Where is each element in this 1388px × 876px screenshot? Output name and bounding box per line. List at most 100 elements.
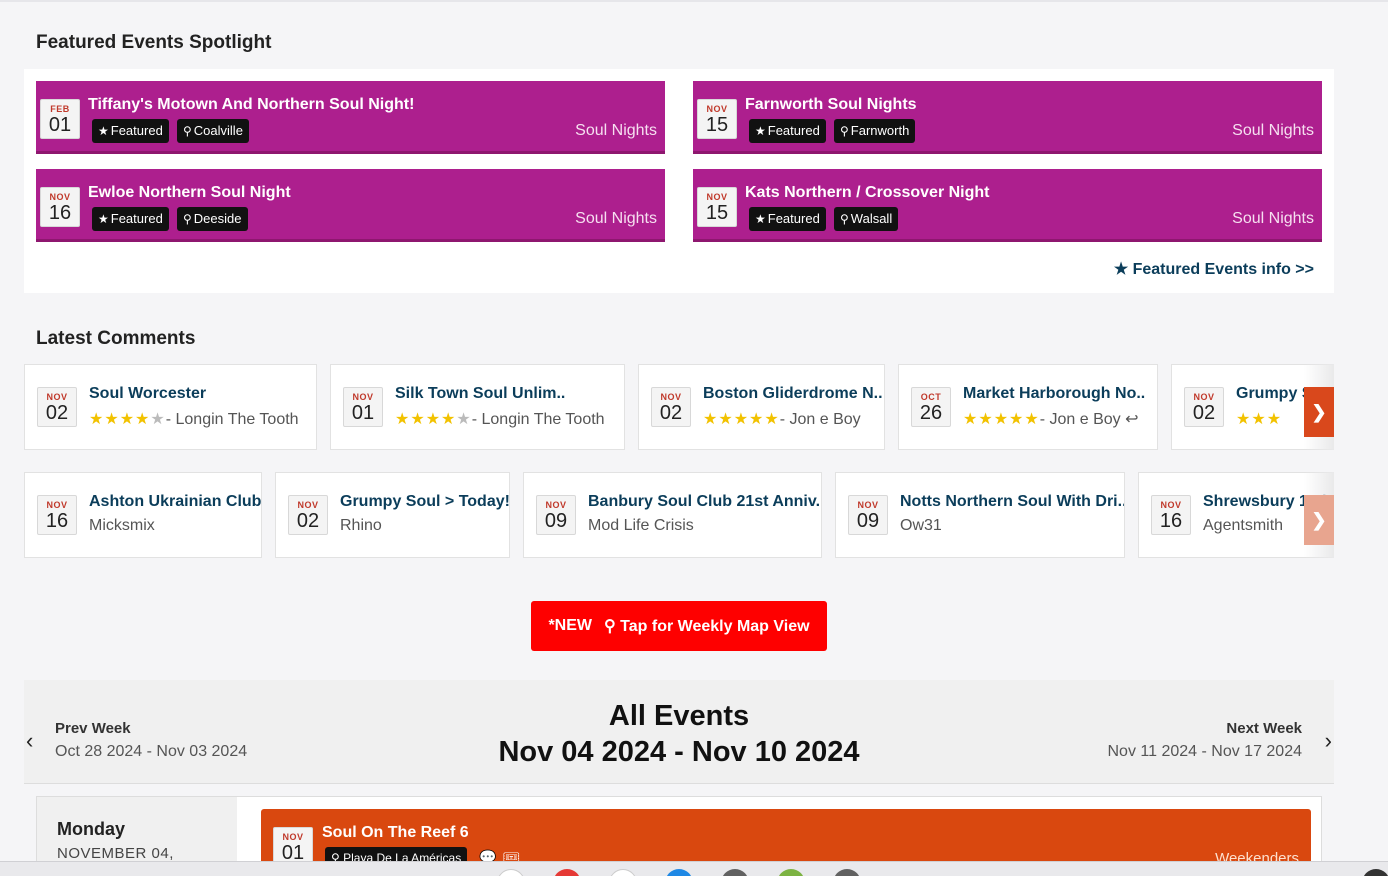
featured-card[interactable]: NOV 16 Ewloe Northern Soul Night ★ Featur… (36, 169, 665, 242)
date-month: NOV (857, 500, 879, 510)
date-day: 15 (705, 114, 729, 136)
date-month: OCT (920, 392, 942, 402)
date-day: 16 (45, 510, 69, 532)
event-title[interactable]: Soul On The Reef 6 (322, 824, 469, 842)
category-label: Soul Nights (1232, 122, 1314, 139)
comment-line: ★★★★★- Longin The Tooth (395, 409, 605, 429)
comment-event-title[interactable]: Banbury Soul Club 21st Anniv.. (588, 493, 821, 511)
date-day: 16 (48, 202, 72, 224)
share-bar (0, 861, 1388, 876)
star-icon: ★ (98, 124, 109, 138)
featured-card[interactable]: NOV 15 Kats Northern / Crossover Night ★… (693, 169, 1322, 242)
featured-info-link[interactable]: ★ Featured Events info >> (1114, 259, 1314, 279)
chevron-right-icon: ❯ (1311, 401, 1327, 422)
featured-card[interactable]: NOV 15 Farnworth Soul Nights ★ Featured ⚲… (693, 81, 1322, 154)
next-week-link[interactable]: Next Week (1226, 720, 1302, 737)
featured-title[interactable]: Ewloe Northern Soul Night (88, 184, 291, 202)
comment-card[interactable]: NOV 02 Grumpy Soul > Today! Rhino (275, 472, 510, 558)
date-day: 02 (296, 510, 320, 532)
comment-card[interactable]: NOV 02 Boston Gliderdrome N.. ★★★★★- Jon … (638, 364, 885, 450)
date-day: 15 (705, 202, 729, 224)
comment-line: ★★★ (1236, 409, 1282, 429)
comment-card[interactable]: NOV 02 Soul Worcester ★★★★★- Longin The T… (24, 364, 317, 450)
weekly-map-button[interactable]: *NEW ⚲ Tap for Weekly Map View (531, 601, 827, 651)
comment-event-title[interactable]: Soul Worcester (89, 385, 206, 403)
date-badge: NOV 02 (1184, 387, 1224, 427)
day-date: NOVEMBER 04, (57, 845, 174, 862)
comment-author: Ow31 (900, 517, 942, 534)
comment-event-title[interactable]: Grumpy Soul > Today! (340, 493, 509, 511)
chevron-right-icon[interactable]: › (1325, 728, 1332, 754)
date-day: 01 (351, 402, 375, 424)
comment-event-title[interactable]: Boston Gliderdrome N.. (703, 385, 883, 403)
date-badge: FEB 01 (40, 99, 80, 139)
comment-event-title[interactable]: Grumpy S (1236, 385, 1312, 403)
date-badge: NOV 15 (697, 99, 737, 139)
comment-card[interactable]: NOV 09 Banbury Soul Club 21st Anniv.. Mod… (523, 472, 822, 558)
date-badge: NOV 16 (40, 187, 80, 227)
events-header: ‹ Prev Week Oct 28 2024 - Nov 03 2024 Al… (24, 680, 1334, 784)
rating-stars: ★★★★★ (395, 411, 472, 428)
featured-card[interactable]: FEB 01 Tiffany's Motown And Northern Sou… (36, 81, 665, 154)
date-month: NOV (49, 192, 71, 202)
date-month: NOV (282, 832, 304, 842)
date-month: NOV (706, 104, 728, 114)
date-month: NOV (297, 500, 319, 510)
date-badge: NOV 16 (1151, 495, 1191, 535)
date-month: NOV (46, 392, 68, 402)
rating-stars: ★★★★★ (963, 411, 1040, 428)
rating-stars: ★★★ (1236, 411, 1283, 428)
featured-tag: ★ Featured (92, 119, 169, 143)
reply-icon[interactable]: ↩ (1125, 411, 1138, 428)
comments-carousel-secondary: NOV 16 Ashton Ukrainian Club Micksmix NOV… (24, 472, 1334, 562)
map-marker-icon: ⚲ (183, 124, 192, 138)
carousel-next-button[interactable]: ❯ (1304, 495, 1334, 545)
day-name: Monday (57, 819, 126, 839)
featured-heading: Featured Events Spotlight (36, 32, 272, 53)
date-day: 16 (1159, 510, 1183, 532)
featured-title[interactable]: Farnworth Soul Nights (745, 96, 917, 114)
comment-line: ★★★★★- Jon e Boy ↩ (963, 409, 1139, 429)
date-badge: NOV 01 (343, 387, 383, 427)
comment-card[interactable]: NOV 09 Notts Northern Soul With Dri.. Ow3… (835, 472, 1125, 558)
comment-author: Rhino (340, 517, 382, 534)
top-divider (0, 0, 1388, 2)
map-marker-icon: ⚲ (840, 124, 849, 138)
comment-event-title[interactable]: Notts Northern Soul With Dri.. (900, 493, 1124, 511)
date-day: 26 (919, 402, 943, 424)
featured-title[interactable]: Kats Northern / Crossover Night (745, 184, 989, 202)
date-day: 09 (856, 510, 880, 532)
map-marker-icon: ⚲ (604, 618, 616, 635)
comment-line: ★★★★★- Longin The Tooth (89, 409, 299, 429)
date-badge: OCT 26 (911, 387, 951, 427)
featured-title[interactable]: Tiffany's Motown And Northern Soul Night… (88, 96, 414, 114)
carousel-next-button[interactable]: ❯ (1304, 387, 1334, 437)
date-day: 02 (1192, 402, 1216, 424)
next-week-range[interactable]: Nov 11 2024 - Nov 17 2024 (1108, 743, 1303, 761)
rating-stars: ★★★★★ (703, 411, 780, 428)
location-tag: ⚲ Deeside (177, 207, 248, 231)
comment-card[interactable]: OCT 26 Market Harborough No.. ★★★★★- Jon … (898, 364, 1158, 450)
category-label: Soul Nights (575, 210, 657, 227)
star-icon: ★ (755, 124, 766, 138)
comment-event-title[interactable]: Ashton Ukrainian Club (89, 493, 261, 511)
comment-card[interactable]: NOV 16 Ashton Ukrainian Club Micksmix (24, 472, 262, 558)
map-marker-icon: ⚲ (183, 212, 192, 226)
location-tag: ⚲ Walsall (834, 207, 899, 231)
comment-author: Mod Life Crisis (588, 517, 694, 534)
date-day: 09 (544, 510, 568, 532)
comment-event-title[interactable]: Market Harborough No.. (963, 385, 1145, 403)
date-month: NOV (46, 500, 68, 510)
chevron-right-icon: ❯ (1311, 509, 1327, 530)
comment-author: - Jon e Boy (779, 411, 861, 428)
comment-author: - Longin The Tooth (471, 411, 605, 428)
comment-line: ★★★★★- Jon e Boy (703, 409, 861, 429)
comment-event-title[interactable]: Silk Town Soul Unlim.. (395, 385, 565, 403)
date-month: NOV (706, 192, 728, 202)
location-tag: ⚲ Coalville (177, 119, 249, 143)
events-title: All Events (608, 700, 750, 732)
comment-author: Agentsmith (1203, 517, 1284, 534)
map-button-label: ⚲ Tap for Weekly Map View (604, 618, 810, 635)
comment-card[interactable]: NOV 01 Silk Town Soul Unlim.. ★★★★★- Long… (330, 364, 625, 450)
date-month: FEB (50, 104, 70, 114)
